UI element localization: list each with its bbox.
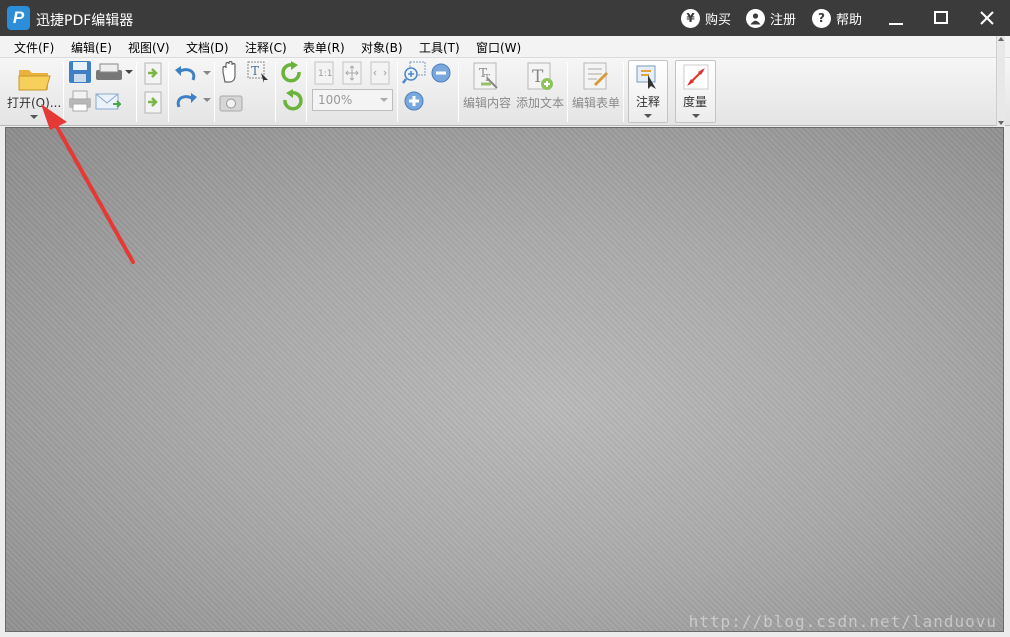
page-export-icon[interactable]	[142, 62, 164, 86]
app-window: P 迅捷PDF编辑器 ¥ 购买 注册 ? 帮助 文件(F) 编辑(E) 视图(V…	[0, 0, 1010, 637]
chevron-down-icon	[644, 114, 652, 118]
scanner-icon[interactable]	[95, 62, 123, 84]
toolbar-scrollbar[interactable]	[996, 36, 1005, 126]
register-label: 注册	[770, 12, 797, 28]
email-icon[interactable]	[95, 90, 121, 112]
menu-view[interactable]: 视图(V)	[128, 39, 170, 56]
menu-document[interactable]: 文档(D)	[186, 39, 229, 56]
redo-icon[interactable]	[173, 91, 199, 111]
measure-button[interactable]: 度量	[675, 60, 716, 123]
edit-content-icon: TT	[473, 62, 498, 90]
edit-content-label: 编辑内容	[463, 96, 512, 110]
chevron-down-icon[interactable]	[203, 71, 211, 77]
app-logo: P	[7, 6, 30, 30]
zoom-in-marquee-icon[interactable]	[402, 61, 428, 85]
save-icon[interactable]	[68, 60, 92, 84]
close-icon	[980, 11, 994, 25]
folder-icon	[18, 70, 51, 91]
print-icon[interactable]	[68, 90, 92, 112]
menu-object[interactable]: 对象(B)	[361, 39, 403, 56]
edit-form-icon	[583, 62, 609, 90]
help-label: 帮助	[836, 12, 863, 28]
open-label: 打开(O)...	[7, 96, 62, 110]
maximize-button[interactable]	[927, 4, 955, 32]
chevron-down-icon	[380, 98, 388, 102]
document-area[interactable]: http://blog.csdn.net/landuovu	[5, 127, 1004, 632]
fit-page-icon[interactable]	[341, 61, 363, 85]
zoom-out-icon[interactable]	[430, 62, 452, 84]
buy-label: 购买	[705, 12, 732, 28]
zoom-select[interactable]: 100%	[312, 89, 393, 111]
app-title: 迅捷PDF编辑器	[36, 13, 134, 29]
chevron-down-icon[interactable]	[125, 70, 133, 76]
annotate-label: 注释	[636, 95, 661, 109]
edit-form-button[interactable]: 编辑表单	[570, 60, 622, 110]
register-button[interactable]: 注册	[746, 8, 796, 28]
zoom-value: 100%	[318, 93, 353, 107]
minimize-button[interactable]	[882, 4, 910, 32]
menu-file[interactable]: 文件(F)	[14, 39, 54, 56]
minimize-icon	[889, 23, 903, 25]
edit-form-label: 编辑表单	[572, 96, 621, 110]
menu-edit[interactable]: 编辑(E)	[71, 39, 112, 56]
add-text-icon: T	[527, 62, 553, 90]
watermark: http://blog.csdn.net/landuovu	[688, 612, 997, 631]
edit-content-button[interactable]: TT 编辑内容	[461, 60, 513, 110]
rotate-clockwise-icon[interactable]	[280, 61, 304, 85]
scroll-down-icon[interactable]	[997, 120, 1005, 126]
title-bar: P 迅捷PDF编辑器 ¥ 购买 注册 ? 帮助	[0, 0, 1010, 36]
question-icon: ?	[812, 8, 831, 28]
zoom-in-icon[interactable]	[403, 90, 425, 112]
select-text-icon[interactable]: T	[246, 60, 270, 84]
add-text-button[interactable]: T 添加文本	[514, 60, 566, 110]
svg-text:T: T	[251, 64, 259, 78]
svg-text:1:1: 1:1	[318, 69, 332, 79]
user-icon	[746, 8, 765, 28]
close-button[interactable]	[973, 4, 1001, 32]
undo-icon[interactable]	[173, 64, 199, 84]
maximize-icon	[934, 11, 948, 24]
add-text-label: 添加文本	[516, 96, 565, 110]
measure-icon	[683, 64, 709, 90]
chevron-down-icon[interactable]	[203, 98, 211, 104]
toolbar: 打开(O)... T 1:1 T 编辑内容 T 添加文本 编辑表单 注释 度量	[0, 58, 1010, 126]
menu-comment[interactable]: 注释(C)	[245, 39, 287, 56]
menu-form[interactable]: 表单(R)	[303, 39, 345, 56]
measure-label: 度量	[683, 95, 708, 109]
page-import-icon[interactable]	[142, 91, 164, 115]
open-button[interactable]: 打开(O)...	[4, 60, 62, 124]
annotate-icon	[636, 65, 656, 89]
chevron-down-icon	[30, 115, 38, 119]
help-button[interactable]: ? 帮助	[812, 8, 862, 28]
menu-tools[interactable]: 工具(T)	[419, 39, 460, 56]
menu-window[interactable]: 窗口(W)	[476, 39, 521, 56]
chevron-down-icon	[692, 114, 700, 118]
buy-button[interactable]: ¥ 购买	[681, 8, 731, 28]
hand-icon[interactable]	[219, 60, 241, 84]
camera-icon[interactable]	[219, 92, 243, 112]
annotate-button[interactable]: 注释	[628, 60, 668, 123]
menu-bar: 文件(F) 编辑(E) 视图(V) 文档(D) 注释(C) 表单(R) 对象(B…	[0, 36, 1010, 58]
fit-width-icon[interactable]	[369, 61, 391, 85]
yen-icon: ¥	[681, 8, 700, 28]
actual-size-icon[interactable]: 1:1	[313, 61, 335, 85]
rotate-counterclockwise-icon[interactable]	[280, 89, 304, 113]
scroll-up-icon[interactable]	[997, 36, 1005, 42]
